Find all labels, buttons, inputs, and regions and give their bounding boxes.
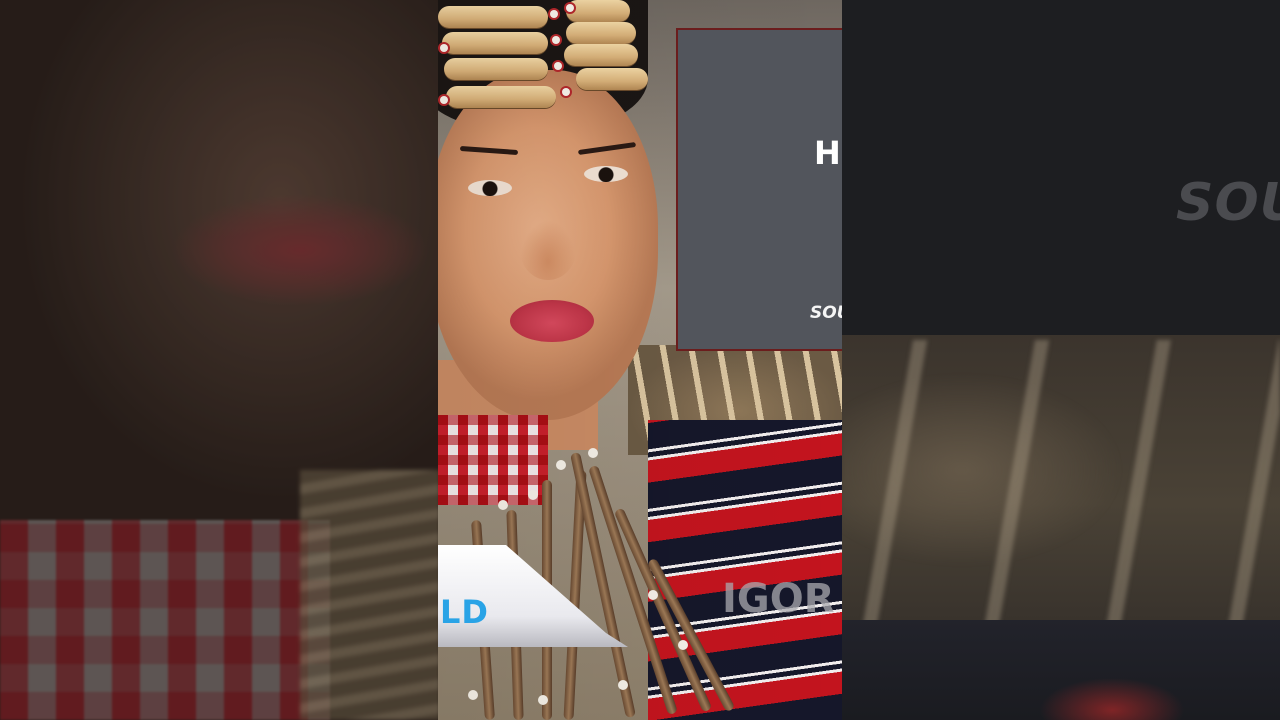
title-card: H SOU: [676, 28, 842, 351]
photo-watermark: IGOR: [722, 576, 835, 622]
blurred-basket-sticks: [842, 340, 1280, 640]
lower-tag: LD: [438, 545, 628, 647]
backdrop-dim-layer: [0, 0, 438, 720]
right-ghost-text: SOU: [1176, 173, 1280, 233]
title-fragment: H: [814, 134, 841, 172]
subtitle-fragment: SOU: [810, 303, 842, 323]
right-dark-panel: [842, 0, 1280, 335]
blurred-jacket: [842, 620, 1280, 720]
lower-tag-text: LD: [440, 593, 489, 631]
left-blurred-backdrop: [0, 0, 438, 720]
